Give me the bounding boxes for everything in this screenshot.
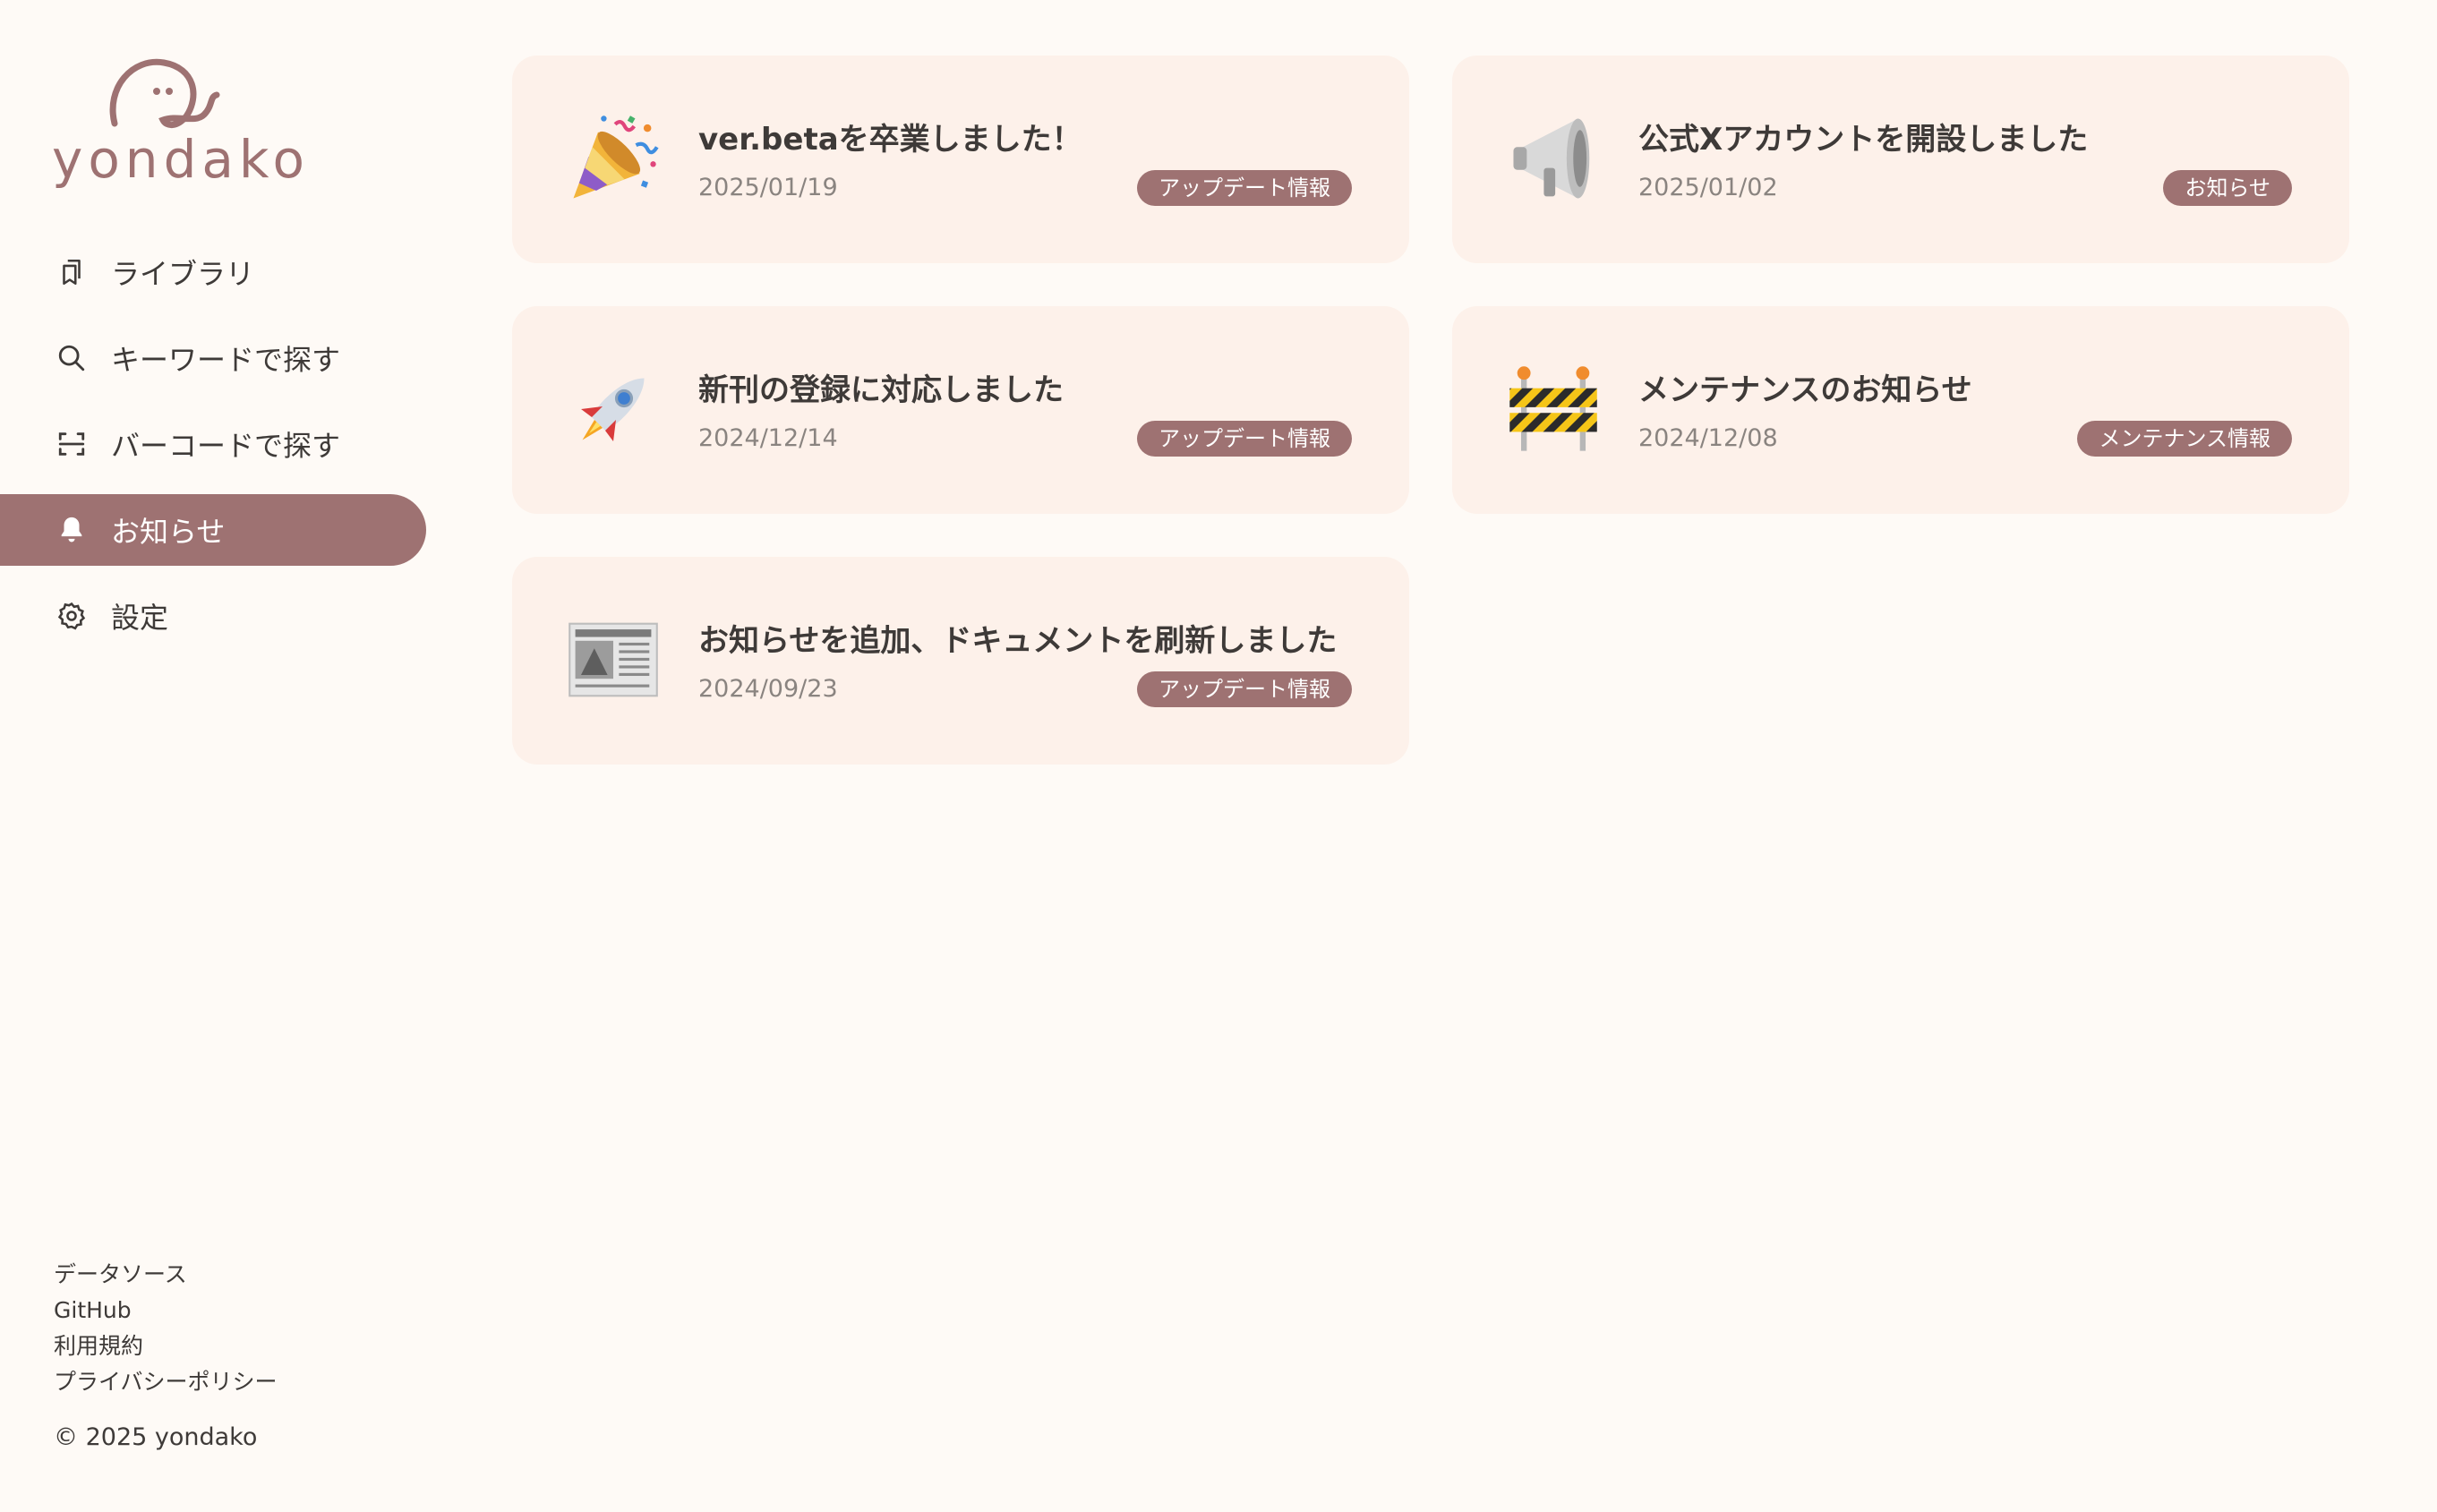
news-title: 公式Xアカウントを開設しました [1638, 122, 2089, 158]
nav-item-library[interactable]: ライブラリ [0, 236, 426, 308]
barcode-scan-icon [54, 426, 90, 462]
news-date: 2024/12/14 [698, 424, 838, 452]
news-tag: アップデート情報 [1137, 421, 1352, 457]
party-popper-icon [566, 111, 661, 206]
footer-link-privacy[interactable]: プライバシーポリシー [54, 1364, 278, 1400]
news-title: お知らせを追加、ドキュメントを刷新しました [698, 623, 1338, 659]
nav-item-label: お知らせ [111, 515, 226, 549]
footer-link-terms[interactable]: 利用規約 [54, 1328, 278, 1364]
gear-icon [54, 598, 90, 634]
construction-icon [1506, 362, 1601, 457]
nav-item-label: 設定 [111, 601, 169, 635]
news-card[interactable]: メンテナンスのお知らせ 2024/12/08 メンテナンス情報 [1452, 306, 2349, 514]
news-date: 2025/01/19 [698, 174, 838, 201]
nav-item-keyword-search[interactable]: キーワードで探す [0, 322, 426, 394]
search-icon [54, 340, 90, 376]
nav-item-barcode-search[interactable]: バーコードで探す [0, 408, 426, 480]
news-tag: お知らせ [2163, 170, 2292, 206]
nav-item-notifications[interactable]: お知らせ [0, 494, 426, 566]
news-date: 2024/09/23 [698, 675, 838, 703]
nav-item-label: ライブラリ [111, 257, 255, 291]
news-title: ver.betaを卒業しました！ [698, 122, 1082, 158]
news-card[interactable]: ver.betaを卒業しました！ 2025/01/19 アップデート情報 [512, 56, 1409, 263]
yondako-logo[interactable]: yondako [52, 52, 304, 191]
newspaper-icon [566, 612, 661, 707]
bell-icon [54, 512, 90, 548]
nav-item-label: キーワードで探す [111, 343, 341, 377]
ghost-logo-icon [109, 58, 220, 128]
main-content: ver.betaを卒業しました！ 2025/01/19 アップデート情報 公式X… [512, 56, 2351, 765]
footer-link-data-source[interactable]: データソース [54, 1257, 278, 1293]
nav-item-label: バーコードで探す [111, 429, 341, 463]
bookmark-icon [54, 254, 90, 290]
megaphone-icon [1506, 111, 1601, 206]
news-card[interactable]: 新刊の登録に対応しました 2024/12/14 アップデート情報 [512, 306, 1409, 514]
news-title: 新刊の登録に対応しました [698, 372, 1064, 408]
sidebar: yondako ライブラリ キーワードで探す バーコードで探す お知らせ 設定 … [0, 0, 426, 1512]
rocket-icon [566, 362, 661, 457]
copyright: © 2025 yondako [54, 1423, 258, 1451]
news-grid: ver.betaを卒業しました！ 2025/01/19 アップデート情報 公式X… [512, 56, 2351, 765]
logo-wordmark: yondako [52, 129, 310, 190]
news-date: 2024/12/08 [1638, 424, 1778, 452]
footer-link-github[interactable]: GitHub [54, 1293, 278, 1328]
news-date: 2025/01/02 [1638, 174, 1778, 201]
news-card[interactable]: 公式Xアカウントを開設しました 2025/01/02 お知らせ [1452, 56, 2349, 263]
news-card[interactable]: お知らせを追加、ドキュメントを刷新しました 2024/09/23 アップデート情… [512, 557, 1409, 765]
news-tag: アップデート情報 [1137, 671, 1352, 707]
app: yondako ライブラリ キーワードで探す バーコードで探す お知らせ 設定 … [0, 0, 2437, 1512]
news-title: メンテナンスのお知らせ [1638, 372, 1972, 408]
nav-item-settings[interactable]: 設定 [0, 580, 426, 652]
sidebar-footer: データソース GitHub 利用規約 プライバシーポリシー © 2025 yon… [54, 1257, 278, 1451]
sidebar-nav: ライブラリ キーワードで探す バーコードで探す お知らせ 設定 [0, 236, 426, 666]
news-tag: アップデート情報 [1137, 170, 1352, 206]
news-tag: メンテナンス情報 [2077, 421, 2292, 457]
